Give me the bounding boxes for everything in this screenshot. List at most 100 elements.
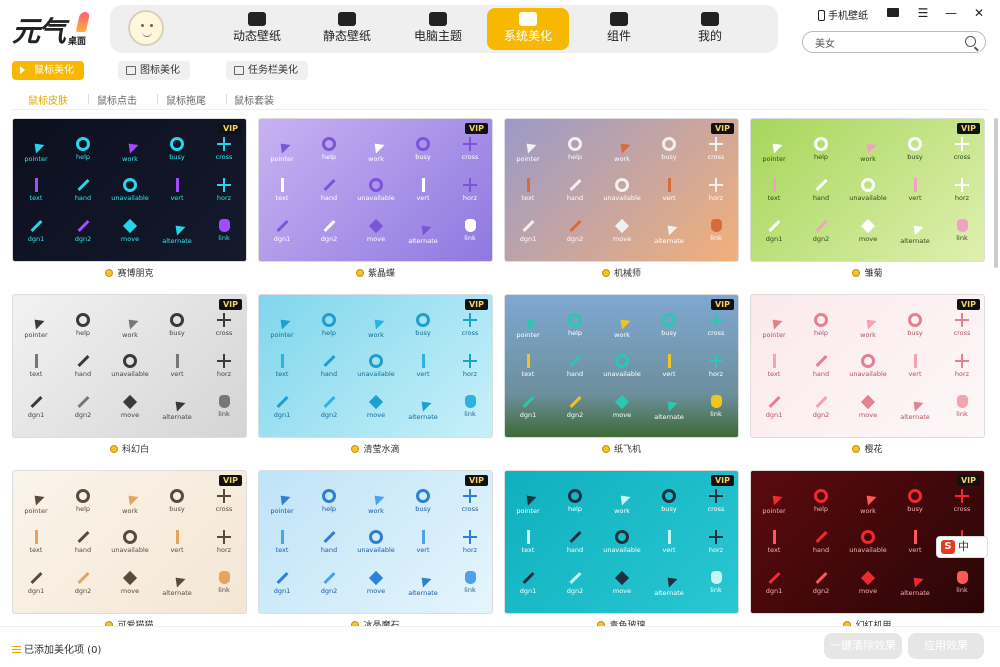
scrollbar[interactable] [994, 118, 998, 268]
theme-card[interactable]: VIP pointer help work busy cross text hand unava… [12, 118, 247, 262]
minimize-button[interactable]: — [943, 6, 959, 20]
nav-tab-1[interactable]: 静态壁纸 [306, 8, 388, 50]
theme-caption[interactable]: 机械师 [504, 266, 739, 279]
avatar[interactable] [128, 10, 164, 46]
search-box[interactable] [802, 31, 986, 53]
cursor-preview: horz [696, 354, 736, 378]
nav-tab-0[interactable]: 动态壁纸 [216, 8, 298, 50]
close-button[interactable]: ✕ [971, 6, 987, 20]
theme-card[interactable]: VIP pointer help work busy cross text hand unava… [12, 294, 247, 438]
cursor-unavailable-icon [861, 354, 875, 368]
theme-card[interactable]: VIP pointer help work busy cross text hand unava… [258, 118, 493, 262]
nav-tab-2[interactable]: 电脑主题 [397, 8, 479, 50]
nav-tab-5[interactable]: 我的 [669, 8, 751, 50]
subtab-0[interactable]: 鼠标美化 [12, 61, 84, 80]
cursor-unavailable-icon [123, 530, 137, 544]
theme-card[interactable]: VIP pointer help work busy cross text hand unava… [12, 470, 247, 614]
category-0[interactable]: 鼠标皮肤 [28, 92, 68, 107]
cursor-work-icon [616, 139, 631, 154]
cursor-preview: vert [403, 354, 443, 378]
cursor-busy-icon [662, 137, 676, 151]
category-2[interactable]: 鼠标拖尾 [166, 92, 206, 107]
theme-caption[interactable]: 赛博朋克 [12, 266, 247, 279]
cursor-label: dgn2 [74, 587, 92, 595]
theme-card[interactable]: VIP pointer help work busy cross text hand unava… [750, 294, 985, 438]
theme-card[interactable]: VIP pointer help work busy cross text hand unava… [258, 470, 493, 614]
cursor-label: cross [953, 505, 971, 513]
cursor-preview: help [63, 137, 103, 161]
cursor-preview: cross [204, 489, 244, 513]
cursor-preview: work [602, 313, 642, 339]
coin-icon [852, 445, 861, 453]
list-icon [12, 646, 21, 653]
cursor-label: work [368, 155, 384, 163]
nav-tab-4[interactable]: 组件 [578, 8, 660, 50]
cursor-preview: cross [942, 489, 982, 513]
added-items[interactable]: 已添加美化项 (0) [12, 641, 101, 656]
cursor-preview: dgn1 [16, 571, 56, 595]
cursor-label: dgn1 [765, 587, 783, 595]
cursor-label: dgn2 [566, 587, 584, 595]
theme-card[interactable]: VIP pointer help work busy cross text hand unava… [258, 294, 493, 438]
cursor-label: pointer [762, 155, 786, 163]
cursor-pointer-icon [522, 315, 537, 330]
subtab-1[interactable]: 图标美化 [118, 61, 190, 80]
cursor-label: text [767, 370, 781, 378]
cursor-label: vert [908, 546, 922, 554]
cursor-preview: vert [157, 354, 197, 378]
vip-badge: VIP [218, 475, 242, 486]
cursor-preview: dgn2 [555, 571, 595, 595]
subtab-2[interactable]: 任务栏美化 [226, 61, 308, 80]
cursor-label: busy [907, 505, 923, 513]
theme-caption[interactable]: 清莹水滴 [258, 442, 493, 455]
subtab-label: 图标美化 [140, 65, 180, 76]
cursor-preview: horz [450, 354, 490, 378]
cursor-label: move [120, 235, 140, 243]
theme-caption[interactable]: 青色玻璃 [504, 618, 739, 626]
cursor-preview: vert [649, 178, 689, 202]
cursor-preview: hand [801, 178, 841, 202]
cursor-label: busy [415, 329, 431, 337]
cursor-label: dgn1 [27, 587, 45, 595]
menu-button[interactable]: ☰ [915, 6, 931, 20]
cursor-text-icon [34, 530, 38, 544]
theme-caption[interactable]: 冰晶魔石 [258, 618, 493, 626]
cursor-pointer-icon [768, 139, 783, 154]
theme-card[interactable]: VIP pointer help work busy cross text hand unava… [750, 118, 985, 262]
phone-wallpaper-link[interactable]: 手机壁纸 [818, 7, 868, 22]
category-3[interactable]: 鼠标套装 [234, 92, 274, 107]
category-1[interactable]: 鼠标点击 [97, 92, 137, 107]
theme-caption[interactable]: 可爱猫猫 [12, 618, 247, 626]
theme-caption[interactable]: 幻红机甲 [750, 618, 985, 626]
cursor-label: pointer [762, 331, 786, 339]
nav-tab-3[interactable]: 系统美化 [487, 8, 569, 50]
theme-card[interactable]: VIP pointer help work busy cross text hand unava… [504, 118, 739, 262]
cursor-label: text [275, 546, 289, 554]
search-icon[interactable] [965, 36, 976, 47]
ime-indicator[interactable]: S中 [936, 536, 988, 558]
cursor-busy-icon [908, 313, 922, 327]
cursor-preview: cross [204, 313, 244, 337]
theme-card[interactable]: VIP pointer help work busy cross text hand unava… [504, 470, 739, 614]
theme-card[interactable]: VIP pointer help work busy cross text hand unava… [504, 294, 739, 438]
cursor-preview: vert [895, 178, 935, 202]
cursor-label: dgn1 [765, 235, 783, 243]
cursor-preview: busy [895, 137, 935, 161]
cursor-move-icon [122, 394, 138, 410]
cursor-preview: unavailable [356, 178, 396, 202]
theme-caption[interactable]: 雏菊 [750, 266, 985, 279]
cursor-preview: text [754, 354, 794, 378]
theme-caption[interactable]: 科幻白 [12, 442, 247, 455]
cursor-label: busy [661, 505, 677, 513]
cursor-label: alternate [408, 237, 438, 245]
theme-caption[interactable]: 樱花 [750, 442, 985, 455]
cursor-help-icon [76, 489, 90, 503]
theme-caption[interactable]: 紫晶蝶 [258, 266, 493, 279]
cursor-label: busy [415, 505, 431, 513]
cursor-label: cross [461, 505, 479, 513]
apply-button[interactable]: 应用效果 [908, 633, 984, 659]
theme-caption[interactable]: 纸飞机 [504, 442, 739, 455]
search-input[interactable] [815, 35, 955, 50]
clear-all-button[interactable]: 一键清除效果 [824, 633, 902, 659]
mail-button[interactable] [885, 6, 901, 20]
